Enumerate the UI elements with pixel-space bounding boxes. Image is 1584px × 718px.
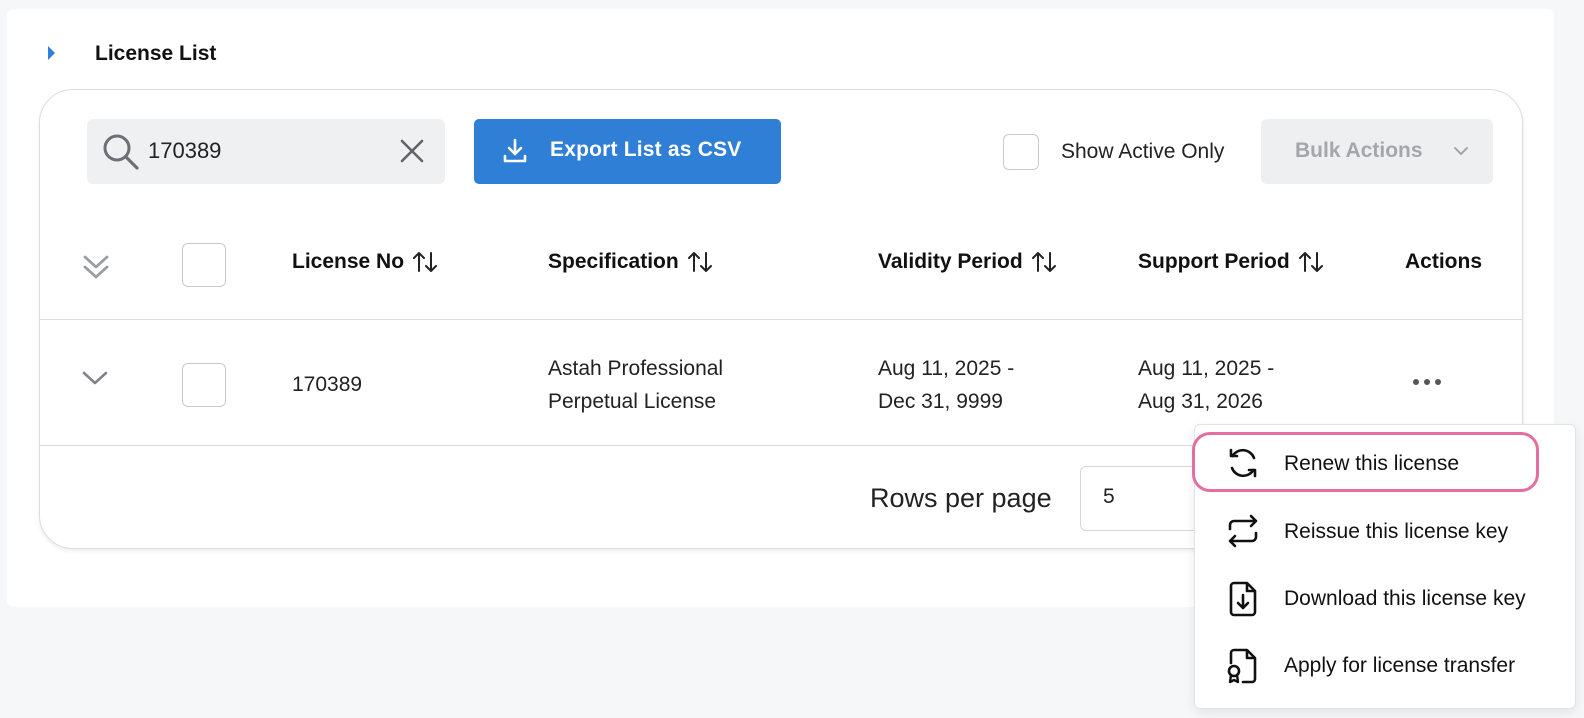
file-download-icon [1229,581,1257,617]
export-button-label: Export List as CSV [550,138,742,161]
support-period-line-2: Aug 31, 2026 [1138,390,1263,413]
show-active-only-checkbox[interactable] [1003,134,1039,170]
column-label: Validity Period [878,250,1023,273]
search-input[interactable] [148,135,378,167]
menu-item-label: Renew this license [1284,452,1460,475]
rows-per-page-value: 5 [1103,485,1115,508]
sort-icon [1031,252,1056,272]
bulk-actions-dropdown[interactable]: Bulk Actions [1261,119,1493,184]
license-action-menu: Renew this license Reissue this license … [1194,424,1576,709]
more-actions-icon[interactable] [1411,376,1443,388]
column-header-support-period[interactable]: Support Period [1138,250,1324,274]
support-period-line-1: Aug 11, 2025 - [1138,357,1275,380]
specification-line-1: Astah Professional [548,357,724,380]
repeat-icon [1228,514,1258,548]
validity-period-line-1: Aug 11, 2025 - [878,357,1015,380]
clear-search-button[interactable] [397,136,427,166]
section-title: License List [95,42,217,65]
export-csv-button[interactable]: Export List as CSV [474,119,781,184]
specification-line-2: Perpetual License [548,390,717,413]
rows-per-page-label: Rows per page [870,483,1052,513]
column-label: Specification [548,250,679,273]
sort-icon [1298,252,1323,272]
column-header-validity-period[interactable]: Validity Period [878,250,1057,274]
validity-period-line-2: Dec 31, 9999 [878,390,1003,413]
column-label: License No [292,250,405,273]
menu-item-reissue-key[interactable]: Reissue this license key [1195,501,1577,561]
chevron-down-icon[interactable] [81,369,109,387]
close-icon [400,139,424,163]
row-select-checkbox[interactable] [182,363,226,407]
expand-all-icon[interactable] [82,252,110,282]
column-label: Support Period [1138,250,1290,273]
menu-item-renew-license[interactable]: Renew this license [1195,433,1577,493]
caret-right-icon [48,46,55,60]
column-label: Actions [1405,250,1483,273]
sort-icon [413,252,438,272]
column-header-actions: Actions [1405,250,1482,274]
menu-item-label: Reissue this license key [1284,520,1509,543]
sort-icon [687,252,712,272]
menu-item-label: Apply for license transfer [1284,654,1516,677]
select-all-checkbox[interactable] [182,243,226,287]
menu-item-label: Download this license key [1284,587,1526,610]
menu-item-download-key[interactable]: Download this license key [1195,568,1577,628]
section-collapse-toggle[interactable] [40,36,55,70]
menu-item-apply-transfer[interactable]: Apply for license transfer [1195,635,1577,695]
column-header-license-no[interactable]: License No [292,250,438,274]
license-no-cell: 170389 [292,373,363,396]
column-header-specification[interactable]: Specification [548,250,713,274]
search-box [87,119,445,184]
file-certificate-icon [1227,648,1257,684]
show-active-only-label: Show Active Only [1061,140,1225,163]
chevron-down-icon [1454,147,1468,155]
search-icon [103,134,139,170]
bulk-actions-label: Bulk Actions [1295,139,1423,162]
refresh-icon [1229,448,1257,478]
download-icon [503,138,527,163]
